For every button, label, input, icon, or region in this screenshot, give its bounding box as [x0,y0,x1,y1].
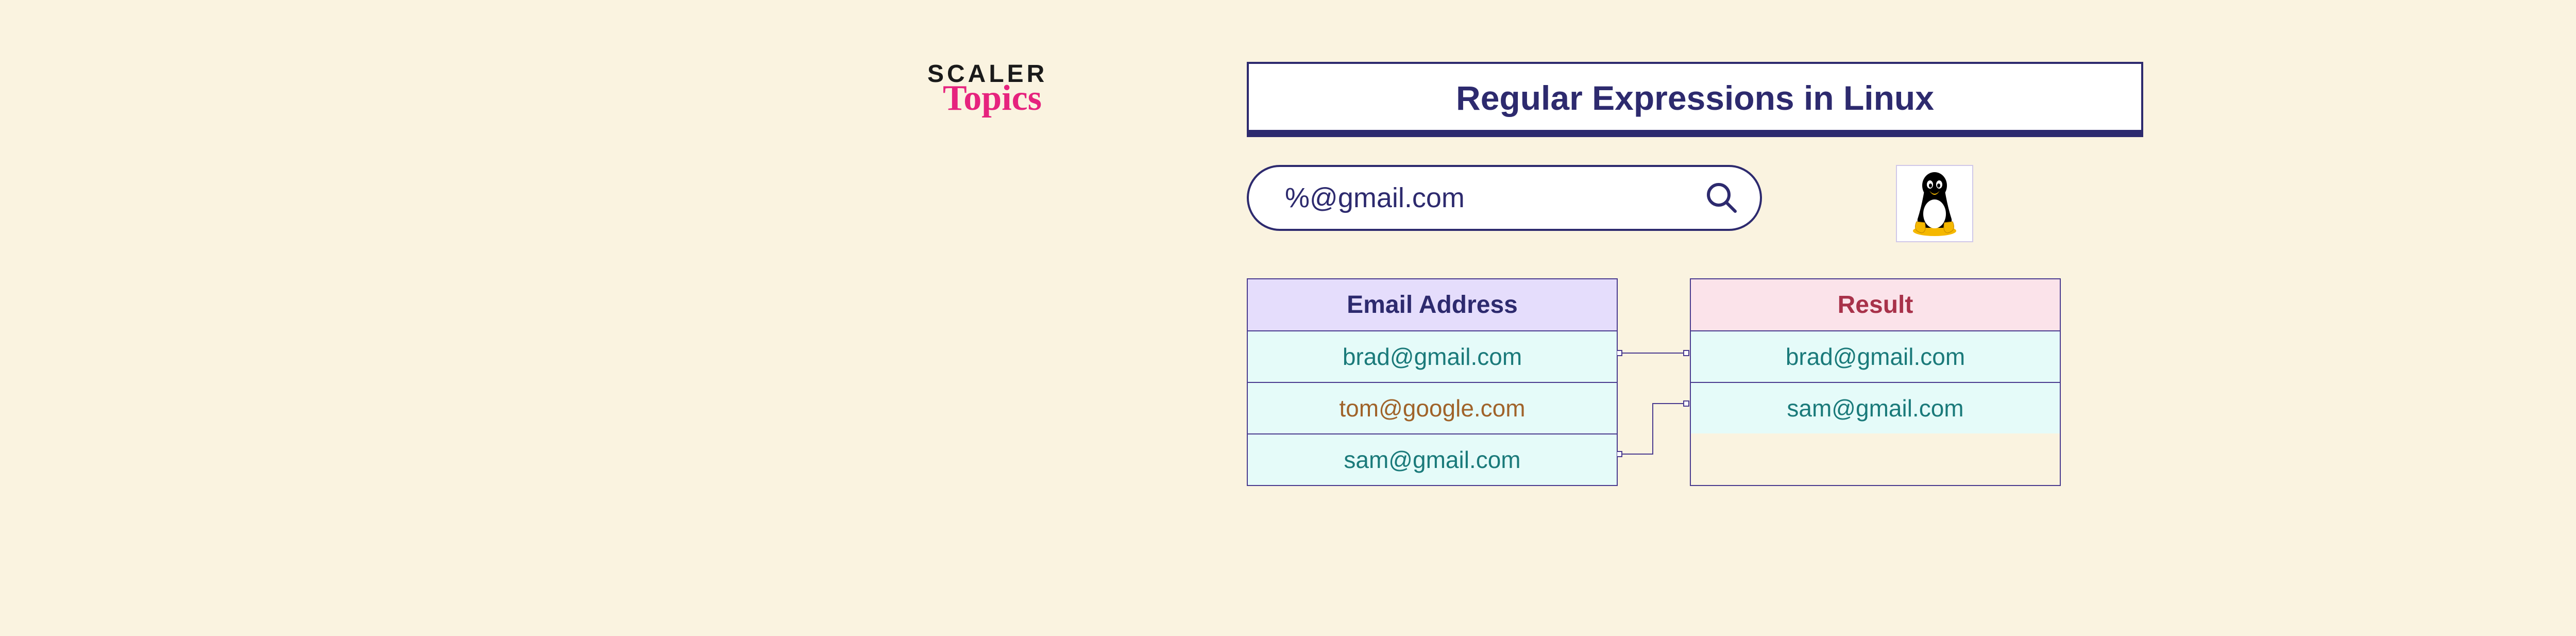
linux-tux-icon [1896,165,1973,242]
search-icon [1704,180,1739,215]
email-row: sam@gmail.com [1248,434,1617,485]
email-row: tom@google.com [1248,383,1617,434]
result-row: sam@gmail.com [1691,383,2060,433]
scaler-topics-logo: SCALER Topics [927,62,1047,116]
logo-line-2: Topics [943,80,1047,116]
email-row: brad@gmail.com [1248,331,1617,383]
email-table-header: Email Address [1248,279,1617,331]
email-address-table: Email Address brad@gmail.com tom@google.… [1247,278,1618,486]
result-table: Result brad@gmail.com sam@gmail.com [1690,278,2061,486]
page-title-box: Regular Expressions in Linux [1247,62,2143,137]
result-row: brad@gmail.com [1691,331,2060,383]
result-table-header: Result [1691,279,2060,331]
search-value: %@gmail.com [1285,182,1465,214]
search-input[interactable]: %@gmail.com [1247,165,1762,231]
page-title: Regular Expressions in Linux [1456,79,1934,117]
